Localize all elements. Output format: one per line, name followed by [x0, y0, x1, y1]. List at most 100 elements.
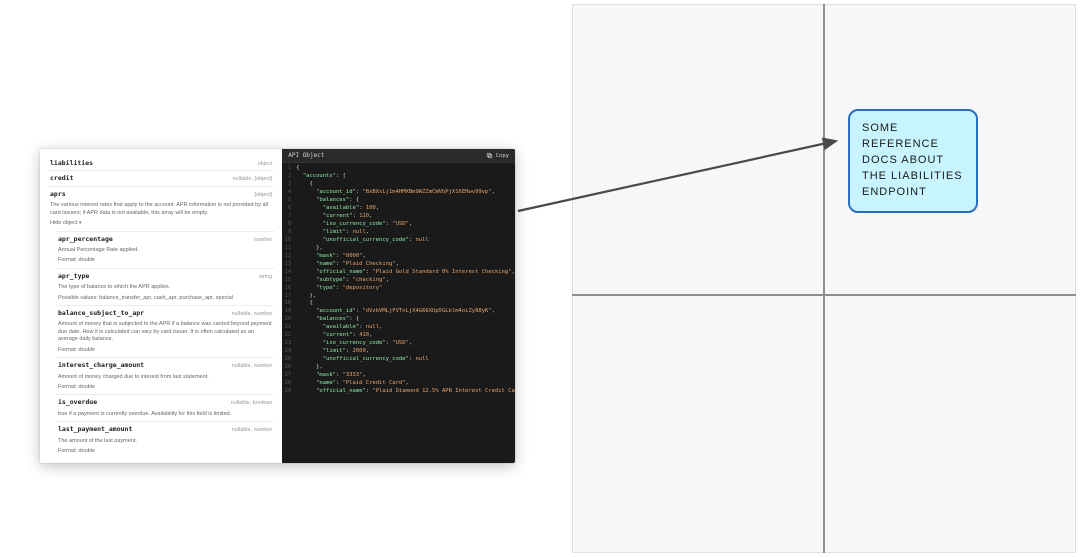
code-header: API Object Copy	[282, 149, 515, 163]
code-content: "name": "Plaid Credit Card",	[296, 380, 409, 388]
code-content: "available": 100,	[296, 205, 379, 213]
field-name: last_payment_amount	[58, 425, 132, 434]
copy-button[interactable]: Copy	[486, 152, 509, 159]
line-number: 14	[282, 269, 296, 277]
code-content: },	[296, 364, 323, 372]
code-line: 14 "official_name": "Plaid Gold Standard…	[282, 269, 515, 277]
code-content: {	[296, 165, 299, 173]
line-number: 11	[282, 245, 296, 253]
code-content: {	[296, 181, 313, 189]
code-line: 2 "accounts": [	[282, 173, 515, 181]
field-desc: The type of balance to which the APR app…	[56, 283, 274, 294]
code-content: "current": 410,	[296, 332, 372, 340]
code-line: 19 "account_id": "dVzbVMLjFVTnLjX4G66XUp…	[282, 308, 515, 316]
field-name: apr_percentage	[58, 235, 113, 244]
code-line: 3 {	[282, 181, 515, 189]
field-name: aprs	[50, 190, 66, 199]
line-number: 7	[282, 213, 296, 221]
field-desc: Amount of money that is subjected to the…	[56, 320, 274, 346]
code-content: "type": "depository"	[296, 285, 382, 293]
field-name: liabilities	[50, 159, 93, 168]
quadrant-vertical-divider	[823, 4, 825, 553]
field-desc: The various interest rates that apply to…	[48, 201, 274, 220]
field-format: Format: double	[56, 448, 274, 458]
field-type: [object]	[255, 192, 273, 199]
line-number: 18	[282, 300, 296, 308]
code-line: 21 "available": null,	[282, 324, 515, 332]
line-number: 25	[282, 356, 296, 364]
code-content: {	[296, 300, 313, 308]
code-line: 23 "iso_currency_code": "USD",	[282, 340, 515, 348]
line-number: 8	[282, 221, 296, 229]
code-line: 20 "balances": {	[282, 316, 515, 324]
code-line: 8 "iso_currency_code": "USD",	[282, 221, 515, 229]
code-header-title: API Object	[288, 152, 324, 159]
line-number: 26	[282, 364, 296, 372]
code-line: 1{	[282, 165, 515, 173]
field-is-overdue: is_overdue nullable, boolean	[56, 394, 274, 409]
line-number: 20	[282, 316, 296, 324]
line-number: 17	[282, 293, 296, 301]
field-type: object	[258, 161, 273, 168]
line-number: 13	[282, 261, 296, 269]
canvas: Some reference docs about the liabilitie…	[0, 0, 1080, 558]
field-last-payment-amount: last_payment_amount nullable, number	[56, 421, 274, 436]
line-number: 4	[282, 189, 296, 197]
code-content: "available": null,	[296, 324, 382, 332]
code-content: },	[296, 293, 316, 301]
line-number: 16	[282, 285, 296, 293]
line-number: 21	[282, 324, 296, 332]
code-line: 28 "name": "Plaid Credit Card",	[282, 380, 515, 388]
code-line: 22 "current": 410,	[282, 332, 515, 340]
code-content: "mask": "3333",	[296, 372, 366, 380]
code-line: 26 },	[282, 364, 515, 372]
code-line: 29 "official_name": "Plaid Diamond 12.5%…	[282, 388, 515, 396]
line-number: 19	[282, 308, 296, 316]
copy-label: Copy	[496, 153, 509, 159]
line-number: 22	[282, 332, 296, 340]
line-number: 27	[282, 372, 296, 380]
field-interest-charge-amount: interest_charge_amount nullable, number	[56, 357, 274, 372]
hide-object-toggle[interactable]: Hide object	[48, 220, 274, 230]
line-number: 29	[282, 388, 296, 396]
field-desc: Annual Percentage Rate applied.	[56, 246, 274, 257]
line-number: 6	[282, 205, 296, 213]
field-possible-values: Possible values: balance_transfer_apr, c…	[56, 295, 274, 305]
code-content: "balances": {	[296, 197, 359, 205]
code-line: 25 "unofficial_currency_code": null	[282, 356, 515, 364]
line-number: 23	[282, 340, 296, 348]
code-line: 7 "current": 110,	[282, 213, 515, 221]
annotation-note: Some reference docs about the liabilitie…	[848, 109, 978, 213]
field-name: interest_charge_amount	[58, 361, 144, 370]
code-content: "subtype": "checking",	[296, 277, 389, 285]
code-content: "official_name": "Plaid Diamond 12.5% AP…	[296, 388, 515, 396]
line-number: 2	[282, 173, 296, 181]
code-line: 16 "type": "depository"	[282, 285, 515, 293]
copy-icon	[486, 152, 493, 159]
field-aprs: aprs [object]	[48, 186, 274, 201]
field-type: nullable, number	[232, 363, 273, 370]
code-content: "current": 110,	[296, 213, 372, 221]
code-content: "name": "Plaid Checking",	[296, 261, 399, 269]
field-type: string	[259, 274, 272, 281]
code-body: 1{2 "accounts": [3 {4 "account_id": "BxB…	[282, 163, 515, 463]
code-pane: API Object Copy 1{2 "accounts": [3 {4 "a…	[282, 149, 515, 463]
annotation-note-text: Some reference docs about the liabilitie…	[862, 122, 963, 198]
code-line: 10 "unofficial_currency_code": null	[282, 237, 515, 245]
field-credit: credit nullable, [object]	[48, 170, 274, 185]
code-line: 11 },	[282, 245, 515, 253]
code-line: 27 "mask": "3333",	[282, 372, 515, 380]
field-type: nullable, [object]	[233, 176, 273, 183]
code-content: "iso_currency_code": "USD",	[296, 340, 412, 348]
quadrant-horizontal-divider	[572, 294, 1076, 296]
field-type: nullable, number	[232, 427, 273, 434]
line-number: 5	[282, 197, 296, 205]
line-number: 3	[282, 181, 296, 189]
field-format: Format: double	[56, 257, 274, 267]
code-line: 4 "account_id": "BxBXxLj1m4HMXBm9WZZmCWV…	[282, 189, 515, 197]
line-number: 1	[282, 165, 296, 173]
code-line: 12 "mask": "0000",	[282, 253, 515, 261]
line-number: 28	[282, 380, 296, 388]
code-line: 9 "limit": null,	[282, 229, 515, 237]
code-content: "limit": 2000,	[296, 348, 369, 356]
